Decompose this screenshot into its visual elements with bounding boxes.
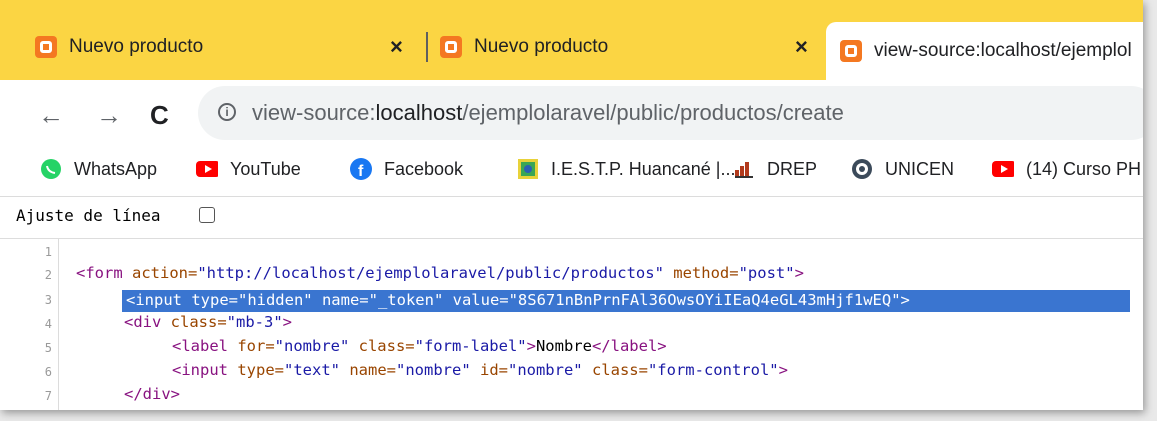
xampp-icon xyxy=(440,36,462,58)
xampp-icon xyxy=(35,36,57,58)
tab-title: Nuevo producto xyxy=(474,36,609,57)
line-wrap-bar: Ajuste de línea xyxy=(0,203,1143,229)
xampp-icon xyxy=(840,40,862,62)
bookmark-unicen[interactable]: UNICEN xyxy=(851,158,954,180)
source-line-3: <input type="hidden" name="_token" value… xyxy=(126,291,910,309)
tab-title: Nuevo producto xyxy=(69,36,204,57)
drep-icon xyxy=(733,158,755,180)
tab-nuevo-producto-2[interactable]: Nuevo producto × xyxy=(440,22,825,72)
info-icon[interactable]: i xyxy=(218,103,236,121)
bookmark-facebook[interactable]: f Facebook xyxy=(350,158,463,180)
source-line-6: <input type="text" name="nombre" id="nom… xyxy=(172,361,788,379)
source-view: 1 2 3 4 5 6 7 <form action="http://local… xyxy=(0,238,1143,410)
source-line-7: </div> xyxy=(124,385,180,403)
source-line-4: <div class="mb-3"> xyxy=(124,313,293,331)
bookmark-drep[interactable]: DREP xyxy=(733,158,817,180)
browser-window: Nuevo producto × Nuevo producto × view-s… xyxy=(0,0,1143,410)
line-number: 3 xyxy=(44,293,52,307)
bookmark-whatsapp[interactable]: WhatsApp xyxy=(40,158,157,180)
line-number: 6 xyxy=(44,365,52,379)
tab-nuevo-producto-1[interactable]: Nuevo producto × xyxy=(35,22,425,72)
line-number: 2 xyxy=(44,268,52,282)
bookmark-label: Facebook xyxy=(384,158,464,179)
svg-text:f: f xyxy=(358,163,364,180)
line-number: 4 xyxy=(44,317,52,331)
bookmark-label: YouTube xyxy=(230,158,301,179)
tab-title: view-source:localhost/ejemplol xyxy=(874,40,1132,61)
line-wrap-label: Ajuste de línea xyxy=(16,206,161,225)
bookmark-iestp[interactable]: I.E.S.T.P. Huancané |... xyxy=(517,158,735,180)
institute-icon xyxy=(517,158,539,180)
close-tab-icon[interactable]: × xyxy=(795,34,808,60)
bookmarks-bar: WhatsApp YouTube f Facebook I.E.S.T.P. H… xyxy=(0,146,1143,197)
youtube-icon xyxy=(992,158,1014,180)
source-line-5: <label for="nombre" class="form-label">N… xyxy=(172,337,667,355)
line-number-gutter: 1 2 3 4 5 6 7 xyxy=(0,239,59,410)
url-scheme: view-source: xyxy=(252,100,376,125)
url-path: /ejemplolaravel/public/productos/create xyxy=(462,100,844,125)
bookmark-label: (14) Curso PH xyxy=(1026,158,1142,179)
line-wrap-checkbox[interactable] xyxy=(199,207,215,223)
bookmark-curso-php[interactable]: (14) Curso PH xyxy=(992,158,1141,180)
url-text[interactable]: view-source:localhost/ejemplolaravel/pub… xyxy=(252,100,844,126)
bookmark-label: UNICEN xyxy=(885,158,955,179)
bookmark-label: WhatsApp xyxy=(74,158,158,179)
bookmark-label: DREP xyxy=(767,158,818,179)
url-host: localhost xyxy=(375,100,463,125)
selected-source-line: <input type="hidden" name="_token" value… xyxy=(122,290,1130,312)
bookmark-youtube[interactable]: YouTube xyxy=(196,158,301,180)
tab-view-source[interactable]: view-source:localhost/ejemplol xyxy=(826,22,1143,80)
line-number: 7 xyxy=(44,389,52,403)
line-number: 5 xyxy=(44,341,52,355)
back-button[interactable]: ← xyxy=(38,100,64,131)
tab-separator xyxy=(426,32,428,62)
whatsapp-icon xyxy=(40,158,62,180)
reload-button[interactable]: C xyxy=(150,100,169,131)
line-number: 1 xyxy=(44,245,52,259)
youtube-icon xyxy=(196,158,218,180)
bookmark-label: I.E.S.T.P. Huancané |... xyxy=(551,158,736,179)
tab-strip: Nuevo producto × Nuevo producto × view-s… xyxy=(0,0,1143,80)
unicen-icon xyxy=(851,158,873,180)
close-tab-icon[interactable]: × xyxy=(390,34,403,60)
forward-button[interactable]: → xyxy=(96,100,122,131)
facebook-icon: f xyxy=(350,158,372,180)
source-line-2: <form action="http://localhost/ejemplola… xyxy=(76,264,804,282)
